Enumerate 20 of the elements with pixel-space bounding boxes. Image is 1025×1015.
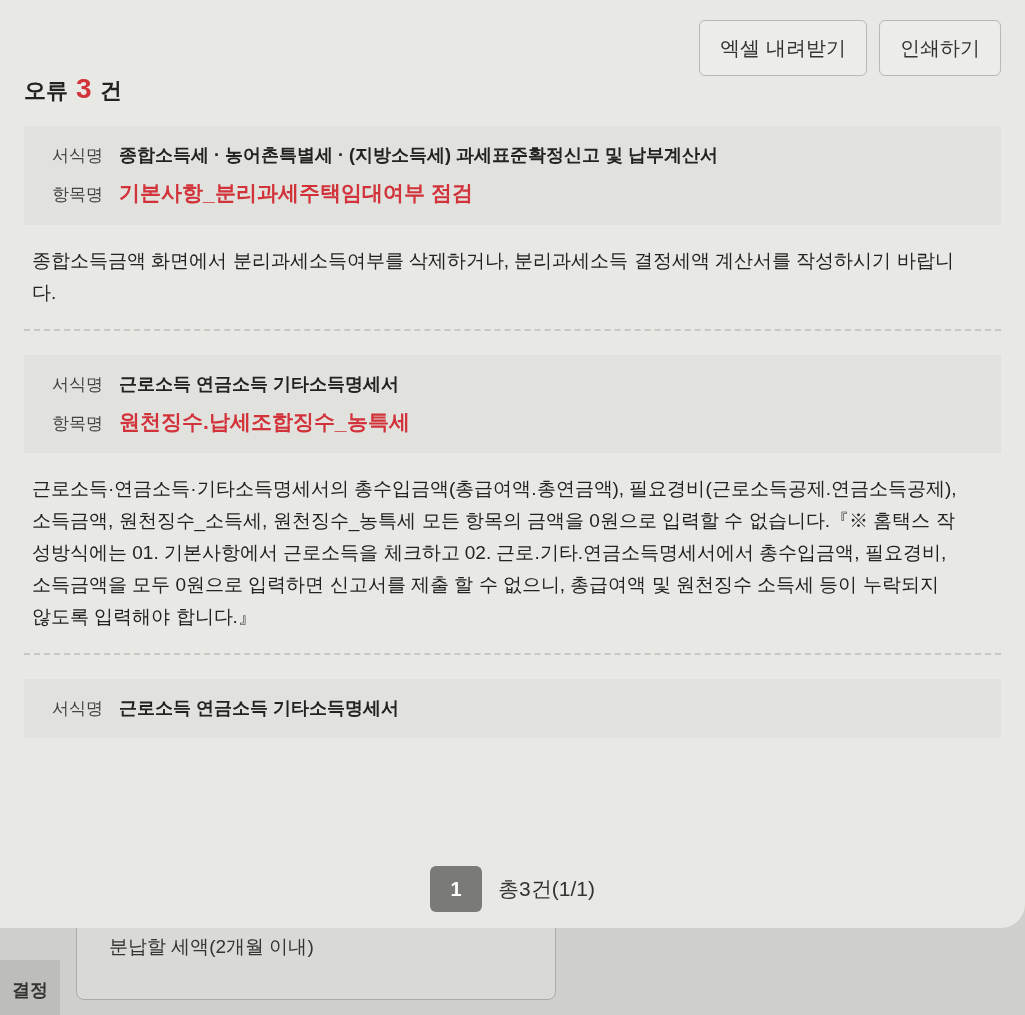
form-name: 종합소득세 · 농어촌특별세 · (지방소득세) 과세표준확정신고 및 납부계산서 [119, 144, 718, 167]
form-name: 근로소득 연금소득 기타소득명세서 [119, 372, 399, 396]
error-message: 종합소득금액 화면에서 분리과세소득여부를 삭제하거나, 분리과세소득 결정세액 계산서를 작성하시기 바랍니다. [31, 248, 955, 305]
form-name: 근로소득 연금소득 기타소득명세서 [119, 697, 399, 720]
header-button[interactable]: 엑셀 내려받기 [699, 20, 867, 76]
field-label: 서식명 [52, 145, 103, 167]
page-summary: 총3건(1/1) [498, 876, 595, 903]
field-label: 항목명 [52, 184, 103, 206]
error-unit: 건 [99, 77, 122, 105]
field-label: 항목명 [52, 412, 103, 435]
page-button[interactable]: 1 [430, 866, 483, 912]
error-title: 오류 [24, 77, 68, 105]
error-message: 근로소득·연금소득·기타소득명세서의 총수입금액(총급여액.총연금액), 필요경비(근로소득공제.연금소득공제), 소득금액, 원천징수_소득세, 원천징수_농특세 모든 항목의 금액을 0원으로 입력할 수 없습니다.『※ 홈택스 작성방식에는 01. 기본사항에서 근로소득을 체크하고 02. 근로.기타.연금소득명세서에서 총수입금액, 필요경비, 소득금액을 모두 0원으로 입력하면 신고서를 제출 할 수 없으니, 총급여액 및 원천징수 소득세 등이 누락되지 않도록 입력해야 합니다.』 [31, 477, 958, 629]
side-tab[interactable]: 결정 [0, 960, 60, 1015]
item-name: 기본사항_분리과세주택임대여부 점검 [119, 180, 473, 206]
item-name: 원천징수.납세조합징수_농특세 [119, 408, 410, 435]
field-label: 서식명 [52, 373, 103, 396]
field-label: 서식명 [52, 698, 103, 720]
error-count: 3 [76, 72, 92, 106]
header-button[interactable]: 인쇄하기 [879, 20, 1001, 76]
